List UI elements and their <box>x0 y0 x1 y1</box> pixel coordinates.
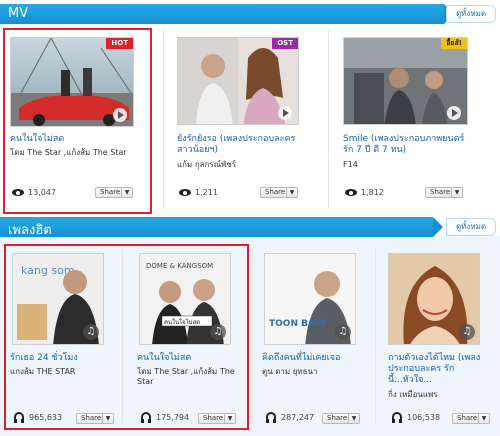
mv-views-2: 1,211 <box>195 188 218 197</box>
ost-badge: OST <box>272 38 298 49</box>
divider <box>375 248 376 424</box>
mv-views-3: 1,812 <box>361 188 384 197</box>
share-button[interactable]: Share ▼ <box>322 413 360 424</box>
share-label: Share <box>327 414 348 422</box>
chevron-down-icon[interactable]: ▼ <box>286 188 297 197</box>
mv-title-2[interactable]: ยังรักยังรอ (เพลงประกอบละคร สาวน้อยฯ) <box>177 134 307 156</box>
share-button[interactable]: Share ▼ <box>452 413 490 424</box>
hit-title-3[interactable]: คิดถึงคนที่ไม่เคยเจอ <box>262 353 372 364</box>
highlight-box-mv <box>3 28 152 214</box>
divider <box>252 248 253 424</box>
header-arrow-icon <box>433 217 443 237</box>
mv-section-title: MV <box>8 6 29 21</box>
music-note-icon[interactable]: ♫ <box>459 324 475 340</box>
chevron-down-icon[interactable]: ▼ <box>478 414 489 423</box>
play-icon[interactable] <box>278 106 292 120</box>
play-icon[interactable] <box>447 106 461 120</box>
share-label: Share <box>430 188 451 196</box>
hit-artist-3[interactable]: ตูน ดาม ยุทธนา <box>262 367 372 377</box>
views-icon <box>345 189 357 196</box>
hit-see-all-link[interactable]: ดูทั้งหมด <box>446 218 496 236</box>
hit-artist-4[interactable]: กิ่ง เหมือนแพร <box>388 390 488 400</box>
mv-artist-3[interactable]: F14 <box>343 160 473 170</box>
hit-cover-4[interactable]: ♫ <box>388 253 480 345</box>
new-badge: อื้ยส์! <box>441 38 467 49</box>
mv-thumbnail-3[interactable]: อื้ยส์! <box>343 37 468 125</box>
mv-section-header: MV <box>0 4 454 24</box>
headphones-icon <box>392 412 402 423</box>
hit-title-4[interactable]: ถามตัวเองได้ไหม (เพลงประกอบละคร รักนี้..… <box>388 353 488 386</box>
chevron-down-icon[interactable]: ▼ <box>348 414 359 423</box>
divider <box>163 30 164 208</box>
cover-text: TOON BAIN <box>269 319 326 329</box>
views-icon <box>179 189 191 196</box>
hit-plays-3: 287,247 <box>281 413 315 422</box>
highlight-box-hits <box>4 244 249 430</box>
share-label: Share <box>265 188 286 196</box>
music-note-icon[interactable]: ♫ <box>335 324 351 340</box>
mv-artist-2[interactable]: แก้ม กุลกรณ์พัชร์ <box>177 160 307 170</box>
share-button[interactable]: Share ▼ <box>260 187 298 198</box>
hit-plays-4: 106,538 <box>407 413 441 422</box>
hit-section-title: เพลงฮิต <box>8 223 52 238</box>
share-label: Share <box>457 414 478 422</box>
hit-cover-3[interactable]: TOON BAIN ♫ <box>264 253 356 345</box>
hit-section-header: เพลงฮิต <box>0 217 443 238</box>
mv-title-3[interactable]: Smile (เพลงประกอบภาพยนตร์ รัก 7 ปี ดี 7 … <box>343 134 473 156</box>
chevron-down-icon[interactable]: ▼ <box>451 188 462 197</box>
divider <box>328 30 329 208</box>
share-button[interactable]: Share ▼ <box>425 187 463 198</box>
mv-see-all-link[interactable]: ดูทั้งหมด <box>446 5 496 23</box>
mv-thumbnail-2[interactable]: OST <box>177 37 299 125</box>
headphones-icon <box>266 412 276 423</box>
